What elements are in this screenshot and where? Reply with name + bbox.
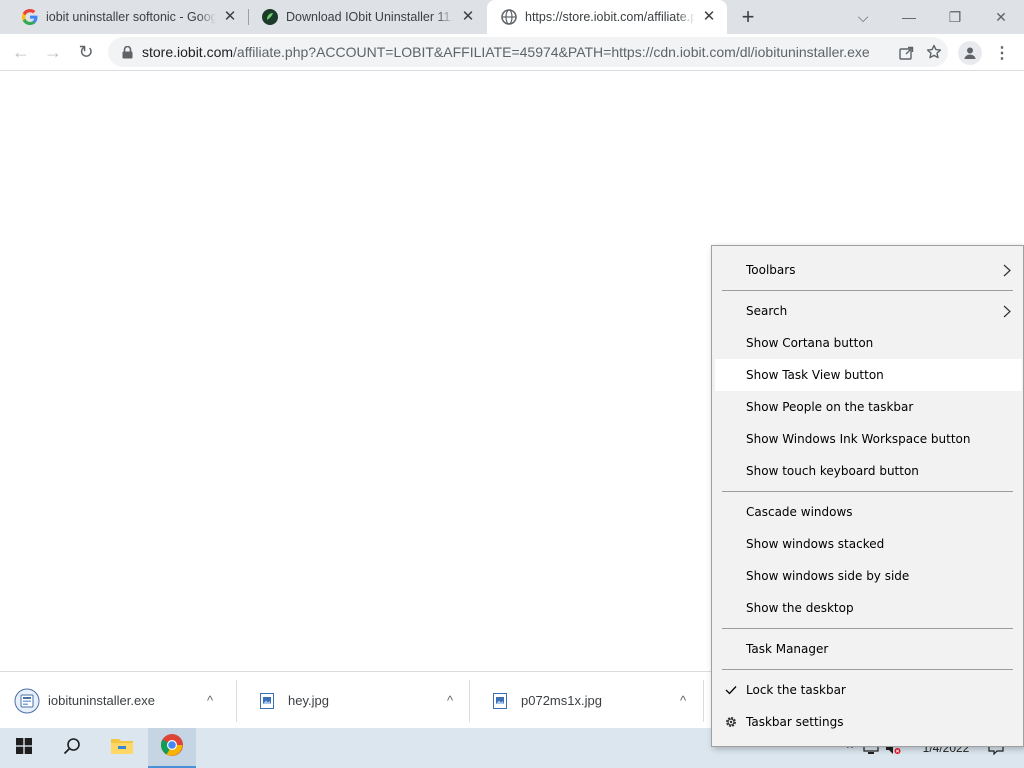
folder-icon [110,736,134,761]
chevron-right-icon [1000,262,1014,278]
menu-separator [722,491,1013,492]
menu-item-label: Cascade windows [746,505,853,519]
close-tab-icon[interactable]: ✕ [699,7,719,27]
menu-item-show-people[interactable]: Show People on the taskbar [715,391,1022,423]
url-text: store.iobit.com/affiliate.php?ACCOUNT=LO… [142,44,892,60]
menu-item-label: Search [746,304,788,318]
download-filename: iobituninstaller.exe [48,693,155,708]
share-icon[interactable] [892,38,920,66]
chrome-taskbar-button[interactable] [148,728,196,768]
menu-separator [722,628,1013,629]
menu-item-label: Show windows side by side [746,569,910,583]
menu-item-label: Show touch keyboard button [746,464,919,478]
menu-item-show-desktop[interactable]: Show the desktop [715,592,1022,624]
download-filename: p072ms1x.jpg [521,693,602,708]
tab-softonic[interactable]: Download IObit Uninstaller 11.2.0 ✕ [248,0,486,34]
menu-separator [722,290,1013,291]
minimize-button[interactable]: — [886,0,932,34]
new-tab-button[interactable]: + [736,6,760,30]
menu-item-label: Taskbar settings [746,715,844,729]
google-icon [22,9,38,25]
menu-item-task-manager[interactable]: Task Manager [715,633,1022,665]
chevron-up-icon[interactable]: ^ [671,693,695,708]
restore-button[interactable]: ❐ [932,0,978,34]
chevron-right-icon [1000,303,1014,319]
chrome-menu-icon[interactable]: ⋮ [992,41,1012,65]
menu-item-search[interactable]: Search [715,295,1022,327]
forward-button[interactable]: → [40,39,66,65]
checkmark-icon [723,682,739,698]
menu-item-taskbar-settings[interactable]: Taskbar settings [715,706,1022,738]
menu-item-show-ink-workspace[interactable]: Show Windows Ink Workspace button [715,423,1022,455]
reload-button[interactable]: ↻ [73,39,99,65]
tab-iobit-store[interactable]: https://store.iobit.com/affiliate.php ✕ [487,0,727,34]
download-divider [469,680,470,722]
url-path: /affiliate.php?ACCOUNT=LOBIT&AFFILIATE=4… [233,44,870,60]
download-item[interactable]: p072ms1x.jpg ^ [473,672,707,729]
menu-item-cascade-windows[interactable]: Cascade windows [715,496,1022,528]
installer-icon [14,688,40,714]
taskbar-search-button[interactable] [48,728,96,768]
download-item[interactable]: hey.jpg ^ [240,672,474,729]
tab-search-button[interactable]: ⌵ [840,0,886,34]
bookmark-star-icon[interactable] [920,38,948,66]
download-item[interactable]: iobituninstaller.exe ^ [0,672,234,729]
browser-toolbar: ← → ↻ store.iobit.com/affiliate.php?ACCO… [0,34,1024,71]
close-tab-icon[interactable]: ✕ [220,7,240,27]
menu-item-toolbars[interactable]: Toolbars [715,254,1022,286]
back-button[interactable]: ← [8,39,34,65]
menu-item-show-touch-keyboard[interactable]: Show touch keyboard button [715,455,1022,487]
image-file-icon [487,688,513,714]
globe-icon [501,9,517,25]
menu-item-show-task-view-button[interactable]: Show Task View button [715,359,1022,391]
menu-item-label: Task Manager [746,642,829,656]
menu-item-windows-stacked[interactable]: Show windows stacked [715,528,1022,560]
address-bar[interactable]: store.iobit.com/affiliate.php?ACCOUNT=LO… [108,37,948,67]
softonic-icon [262,9,278,25]
tab-title: Download IObit Uninstaller 11.2.0 [286,10,454,24]
menu-item-label: Show windows stacked [746,537,885,551]
tab-strip: iobit uninstaller softonic - Google ✕ Do… [0,0,1024,34]
profile-avatar-icon[interactable] [958,41,982,65]
tab-title: iobit uninstaller softonic - Google [46,10,216,24]
file-explorer-button[interactable] [98,728,146,768]
close-window-button[interactable]: ✕ [978,0,1024,34]
menu-item-windows-side-by-side[interactable]: Show windows side by side [715,560,1022,592]
url-host: store.iobit.com [142,44,234,60]
lock-icon[interactable] [120,44,134,60]
chevron-up-icon[interactable]: ^ [438,693,462,708]
menu-item-label: Lock the taskbar [746,683,846,697]
gear-icon [723,714,739,730]
menu-item-label: Show Windows Ink Workspace button [746,432,971,446]
download-filename: hey.jpg [288,693,329,708]
chevron-up-icon[interactable]: ^ [198,693,222,708]
menu-item-lock-taskbar[interactable]: Lock the taskbar [715,674,1022,706]
image-file-icon [254,688,280,714]
start-button[interactable] [0,728,48,768]
menu-item-label: Show Cortana button [746,336,874,350]
taskbar-context-menu: Toolbars Search Show Cortana button Show… [711,245,1024,747]
menu-item-label: Show People on the taskbar [746,400,914,414]
download-divider [236,680,237,722]
menu-item-label: Toolbars [746,263,796,277]
menu-separator [722,669,1013,670]
tab-google-search[interactable]: iobit uninstaller softonic - Google ✕ [8,0,248,34]
tab-title: https://store.iobit.com/affiliate.php [525,10,695,24]
download-divider [703,680,704,722]
menu-item-show-cortana-button[interactable]: Show Cortana button [715,327,1022,359]
menu-item-label: Show Task View button [746,368,884,382]
close-tab-icon[interactable]: ✕ [458,7,478,27]
chrome-icon [160,733,184,762]
menu-item-label: Show the desktop [746,601,854,615]
windows-logo-icon [16,737,32,759]
search-icon [63,737,81,760]
